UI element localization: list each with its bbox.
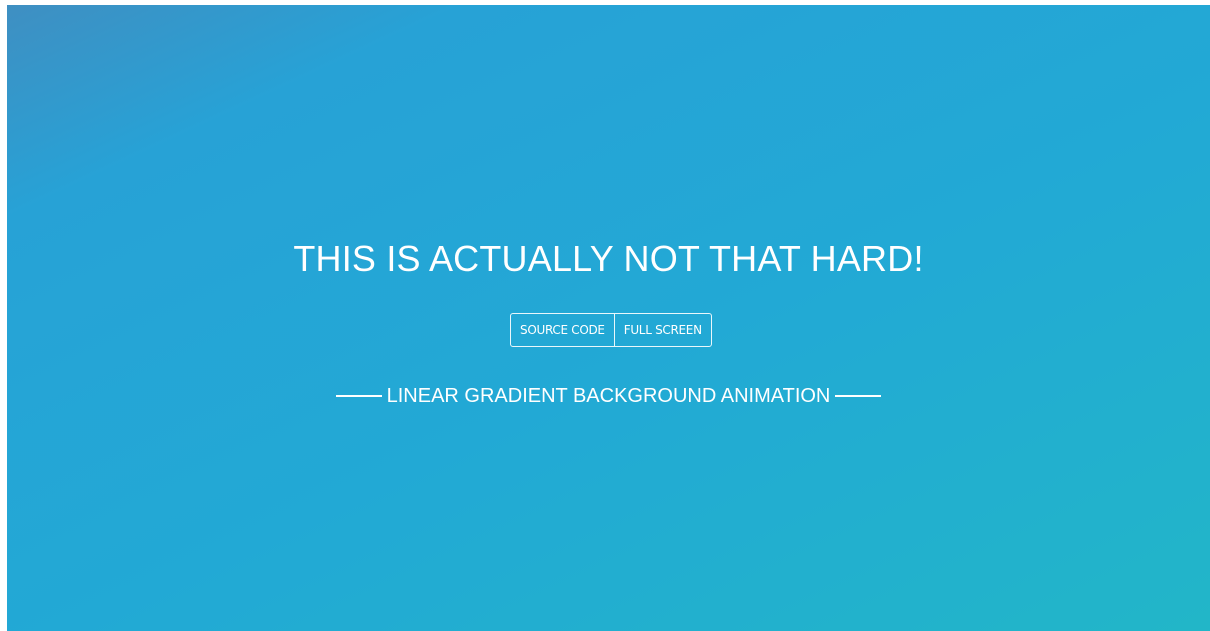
button-group: SOURCE CODE FULL SCREEN — [510, 313, 712, 347]
hero-headline: THIS IS ACTUALLY NOT THAT HARD! — [293, 238, 924, 279]
full-screen-button[interactable]: FULL SCREEN — [613, 314, 711, 346]
subtitle-right-rule — [835, 395, 882, 397]
gradient-background: THIS IS ACTUALLY NOT THAT HARD! SOURCE C… — [7, 5, 1210, 631]
subtitle-left-rule — [335, 395, 382, 397]
subtitle-text: LINEAR GRADIENT BACKGROUND ANIMATION — [386, 385, 831, 407]
subtitle: LINEAR GRADIENT BACKGROUND ANIMATION — [7, 383, 1210, 409]
source-code-button[interactable]: SOURCE CODE — [511, 314, 614, 346]
